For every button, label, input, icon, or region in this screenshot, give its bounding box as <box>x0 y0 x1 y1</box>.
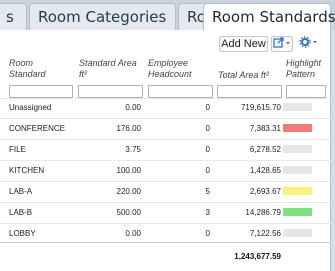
highlight-swatch[interactable] <box>283 103 312 111</box>
table-row[interactable]: KITCHEN 100.00 0 1,428.65 <box>0 159 331 181</box>
tab-room-standards[interactable]: Room Standards <box>203 3 335 31</box>
total-divider <box>0 242 331 243</box>
scrollbar[interactable] <box>331 30 335 271</box>
room-standard-cell: LOBBY <box>9 229 36 238</box>
headcount-cell: 0 <box>205 145 210 154</box>
standard-area-cell: 500.00 <box>116 208 141 217</box>
total-area-cell: 719,615.70 <box>240 103 281 112</box>
highlight-swatch[interactable] <box>283 145 312 153</box>
room-standard-cell: KITCHEN <box>9 166 45 175</box>
standard-area-cell: 3.75 <box>125 145 141 154</box>
total-area-cell: 14,286.79 <box>245 208 281 217</box>
standard-area-cell: 176.00 <box>116 124 141 133</box>
headcount-cell: 5 <box>205 187 210 196</box>
table-row[interactable]: LAB-A 220.00 5 2,693.67 <box>0 180 331 202</box>
room-standard-cell: LAB-B <box>9 208 33 217</box>
standard-area-cell: 0.00 <box>125 103 141 112</box>
highlight-swatch[interactable] <box>283 124 312 132</box>
gear-icon[interactable] <box>297 36 324 52</box>
room-standard-cell: CONFERENCE <box>9 124 66 133</box>
tab-bar: s Room Categories Rooms Room Standards <box>0 0 335 31</box>
highlight-swatch[interactable] <box>283 229 312 237</box>
table-row[interactable]: Unassigned 0.00 0 719,615.70 <box>0 96 331 118</box>
room-standard-cell: FILE <box>9 145 26 154</box>
headcount-cell: 0 <box>205 124 210 133</box>
headcount-cell: 0 <box>205 229 210 238</box>
table-row[interactable]: LOBBY 0.00 0 7,122.56 <box>0 222 331 244</box>
headcount-cell: 0 <box>205 166 210 175</box>
headcount-cell: 0 <box>205 103 210 112</box>
total-area-sum: 1,243,677.59 <box>234 252 281 261</box>
standard-area-cell: 220.00 <box>116 187 141 196</box>
total-area-cell: 2,693.67 <box>249 187 281 196</box>
total-area-cell: 1,428.65 <box>249 166 281 175</box>
total-area-cell: 6,278.52 <box>249 145 281 154</box>
add-new-button[interactable]: Add New <box>219 36 268 52</box>
standard-area-cell: 0.00 <box>125 229 141 238</box>
highlight-swatch[interactable] <box>283 208 312 216</box>
column-header-total-area[interactable]: Total Area ft² <box>218 70 282 81</box>
column-header-standard-area[interactable]: Standard Area ft² <box>79 58 141 80</box>
column-header-employee-headcount[interactable]: Employee Headcount <box>148 58 204 80</box>
room-standard-cell: LAB-A <box>9 187 33 196</box>
standard-area-cell: 100.00 <box>116 166 141 175</box>
table-row[interactable]: LAB-B 500.00 3 14,286.79 <box>0 201 331 223</box>
highlight-swatch[interactable] <box>283 166 312 174</box>
tab-room-categories[interactable]: Room Categories <box>29 3 176 30</box>
total-area-cell: 7,383.31 <box>249 124 281 133</box>
room-standards-panel: Add New Room Standard Standard Area ft² … <box>0 30 331 271</box>
table-row[interactable]: CONFERENCE 176.00 0 7,383.31 <box>0 117 331 139</box>
room-standard-cell: Unassigned <box>9 103 52 112</box>
table-row[interactable]: FILE 3.75 0 6,278.52 <box>0 138 331 160</box>
total-area-cell: 7,122.56 <box>249 229 281 238</box>
export-icon[interactable] <box>271 36 293 52</box>
tab-truncated[interactable]: s <box>0 3 27 30</box>
headcount-cell: 3 <box>205 208 210 217</box>
column-header-highlight-pattern[interactable]: Highlight Pattern <box>286 58 328 80</box>
column-header-room-standard[interactable]: Room Standard <box>9 58 69 80</box>
highlight-swatch[interactable] <box>283 187 312 195</box>
